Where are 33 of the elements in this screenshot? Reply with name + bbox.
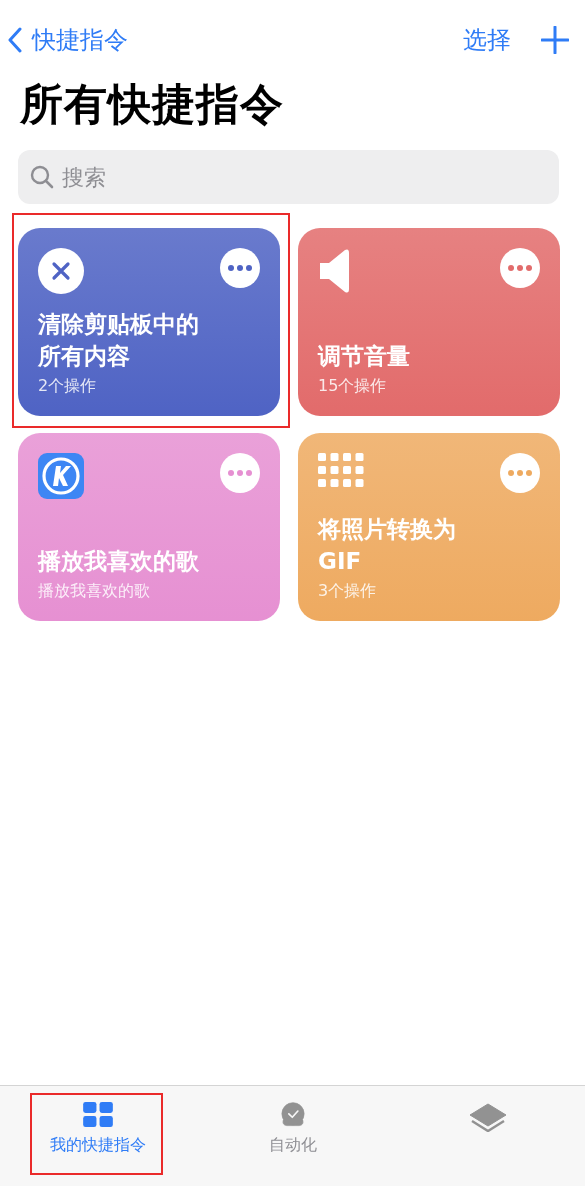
more-button[interactable] — [500, 248, 540, 288]
more-button[interactable] — [220, 453, 260, 493]
shortcut-subtitle: 播放我喜欢的歌 — [38, 580, 151, 602]
more-button[interactable] — [220, 248, 260, 288]
app-icon — [38, 453, 84, 499]
more-icon — [508, 265, 532, 271]
search-field[interactable]: 搜索 — [18, 150, 559, 204]
shortcut-card[interactable]: 调节音量 15个操作 — [298, 228, 560, 416]
shortcut-card[interactable]: 播放我喜欢的歌 播放我喜欢的歌 — [18, 433, 280, 621]
shortcut-title: 将照片转换为 GIF — [318, 515, 457, 576]
shortcut-card[interactable]: 清除剪贴板中的所有内容 2个操作 — [18, 228, 280, 416]
shortcut-title: 调节音量 — [318, 342, 411, 371]
shortcut-title: 清除剪贴板中的所有内容 — [38, 310, 200, 371]
grid-icon — [318, 453, 364, 489]
speaker-icon — [318, 248, 350, 294]
tab[interactable]: 我的快捷指令 — [49, 1086, 146, 1156]
shortcut-card[interactable]: 将照片转换为 GIF 3个操作 — [298, 433, 560, 621]
close-icon — [38, 248, 84, 294]
page-title: 所有快捷指令 — [20, 78, 285, 131]
more-icon — [508, 470, 532, 476]
shortcut-subtitle: 3个操作 — [318, 580, 378, 602]
shortcut-title: 播放我喜欢的歌 — [38, 547, 200, 576]
tab[interactable]: 自动化 — [268, 1086, 317, 1156]
select-button[interactable]: 选择 — [463, 24, 511, 56]
back-button[interactable]: 快捷指令 — [8, 24, 128, 56]
plus-icon — [541, 26, 569, 54]
more-icon — [228, 470, 252, 476]
add-button[interactable] — [541, 26, 569, 54]
shortcut-subtitle: 15个操作 — [318, 375, 388, 397]
more-icon — [228, 265, 252, 271]
shortcut-subtitle: 2个操作 — [38, 375, 98, 397]
layers-icon — [467, 1102, 508, 1132]
chevron-left-icon — [8, 27, 22, 53]
